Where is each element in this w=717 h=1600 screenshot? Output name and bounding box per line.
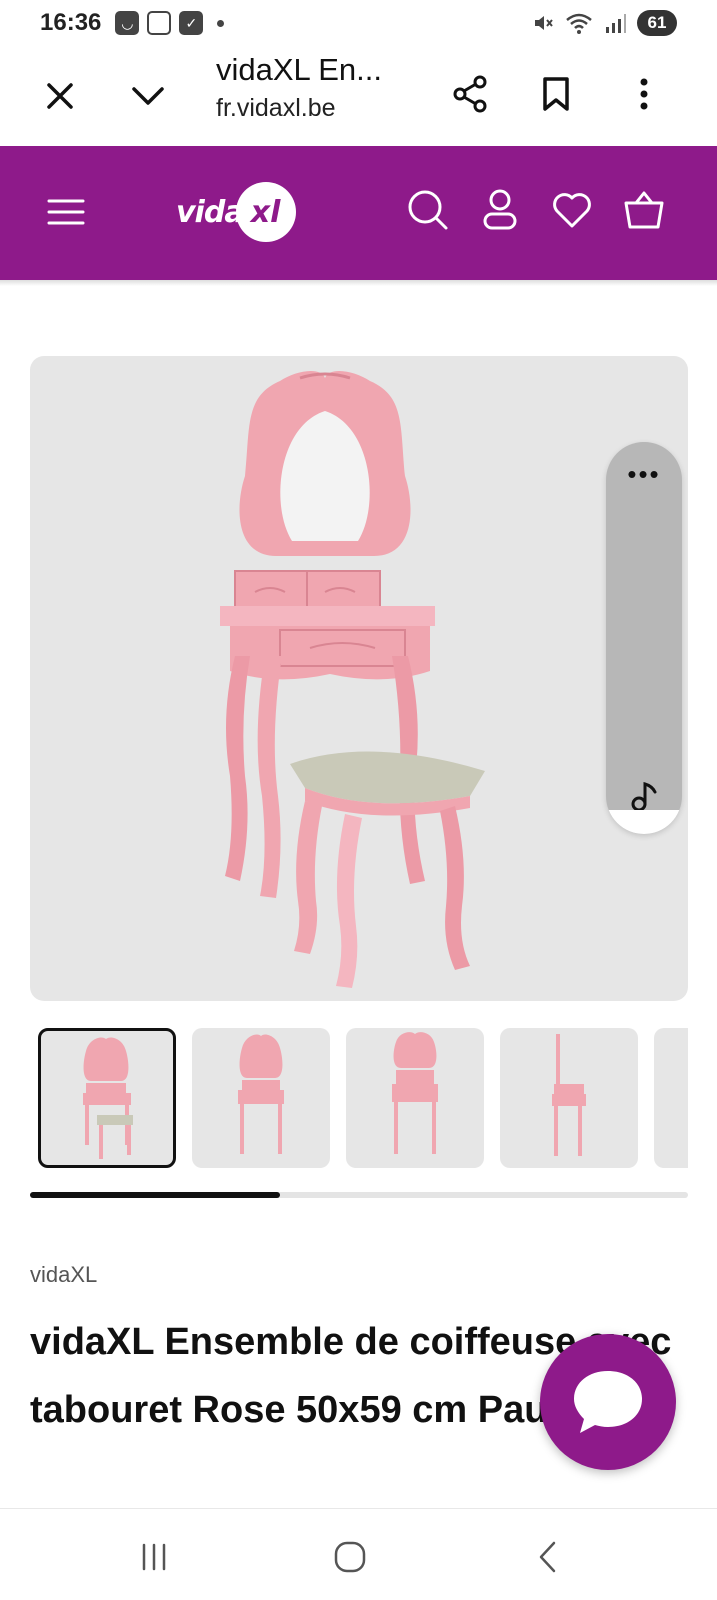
more-options-button[interactable] xyxy=(620,70,668,118)
system-nav-bar xyxy=(0,1508,717,1600)
page-title: vidaXL En... xyxy=(216,52,383,87)
bookmark-icon xyxy=(543,77,569,111)
thumbnail-image xyxy=(552,1034,586,1156)
share-button[interactable] xyxy=(446,70,494,118)
user-icon xyxy=(483,189,517,230)
header-shadow xyxy=(0,280,717,286)
status-time: 16:36 xyxy=(40,9,102,36)
thumbnail-strip xyxy=(30,1028,688,1168)
browser-bar: vidaXL En... fr.vidaxl.be xyxy=(0,46,717,146)
share-icon xyxy=(453,75,487,113)
check-icon: ✓ xyxy=(179,11,204,35)
signal-icon xyxy=(606,14,626,33)
dot-icon xyxy=(217,19,225,27)
gallery-scrollbar[interactable] xyxy=(30,1192,688,1198)
thumbnail-2[interactable] xyxy=(192,1028,330,1168)
chevron-down-icon xyxy=(132,87,164,105)
widget-more-button[interactable]: ••• xyxy=(626,459,662,489)
screenshot-icon xyxy=(147,11,172,35)
vanity-set-illustration xyxy=(220,370,485,988)
thumbnail-image xyxy=(392,1032,438,1154)
tab-title-block[interactable]: vidaXL En... fr.vidaxl.be xyxy=(216,52,426,123)
site-header: vida xl xyxy=(0,146,717,280)
account-button[interactable] xyxy=(474,184,526,236)
basket-icon xyxy=(624,191,664,229)
search-button[interactable] xyxy=(402,184,454,236)
thumbnail-image xyxy=(83,1037,133,1159)
thumbnail-image xyxy=(238,1034,284,1154)
wishlist-button[interactable] xyxy=(546,184,598,236)
status-icons-left: ◡ ✓ xyxy=(115,11,225,35)
thumbnail-1[interactable] xyxy=(38,1028,176,1168)
search-icon xyxy=(408,190,448,230)
page-url: fr.vidaxl.be xyxy=(216,94,336,122)
status-bar: 16:36 ◡ ✓ 61 xyxy=(0,0,717,46)
chat-button[interactable] xyxy=(540,1334,676,1470)
close-icon xyxy=(47,83,73,109)
cart-button[interactable] xyxy=(618,184,670,236)
home-button[interactable] xyxy=(320,1527,380,1587)
back-icon xyxy=(539,1541,556,1573)
notification-icon: ◡ xyxy=(115,11,140,35)
logo-text: vida xyxy=(176,194,245,230)
menu-button[interactable] xyxy=(40,186,92,238)
heart-icon xyxy=(553,193,591,228)
vidaxl-logo[interactable]: vida xl xyxy=(176,182,296,242)
collapse-button[interactable] xyxy=(124,72,172,120)
thumbnail-4[interactable] xyxy=(500,1028,638,1168)
floating-side-widget[interactable]: ••• xyxy=(606,442,682,834)
home-icon xyxy=(334,1541,366,1573)
recent-apps-icon xyxy=(142,1543,166,1571)
back-button[interactable] xyxy=(518,1527,578,1587)
thumbnail-3[interactable] xyxy=(346,1028,484,1168)
hamburger-icon xyxy=(47,199,85,225)
more-vertical-icon xyxy=(640,78,648,110)
gallery-scroll-thumb[interactable] xyxy=(30,1192,281,1198)
product-brand[interactable]: vidaXL xyxy=(30,1262,97,1288)
status-icons-right: 61 xyxy=(531,10,677,36)
logo-badge: xl xyxy=(235,182,296,242)
battery-indicator: 61 xyxy=(637,10,677,36)
close-tab-button[interactable] xyxy=(36,72,84,120)
main-product-image[interactable] xyxy=(30,356,688,1001)
music-note-icon[interactable] xyxy=(628,780,660,812)
wifi-icon xyxy=(566,13,592,34)
thumbnail-5[interactable] xyxy=(654,1028,688,1168)
bookmark-button[interactable] xyxy=(532,70,580,118)
chat-bubble-icon xyxy=(574,1371,642,1433)
widget-bottom xyxy=(606,810,682,834)
recent-apps-button[interactable] xyxy=(124,1527,184,1587)
mute-icon xyxy=(535,16,553,30)
